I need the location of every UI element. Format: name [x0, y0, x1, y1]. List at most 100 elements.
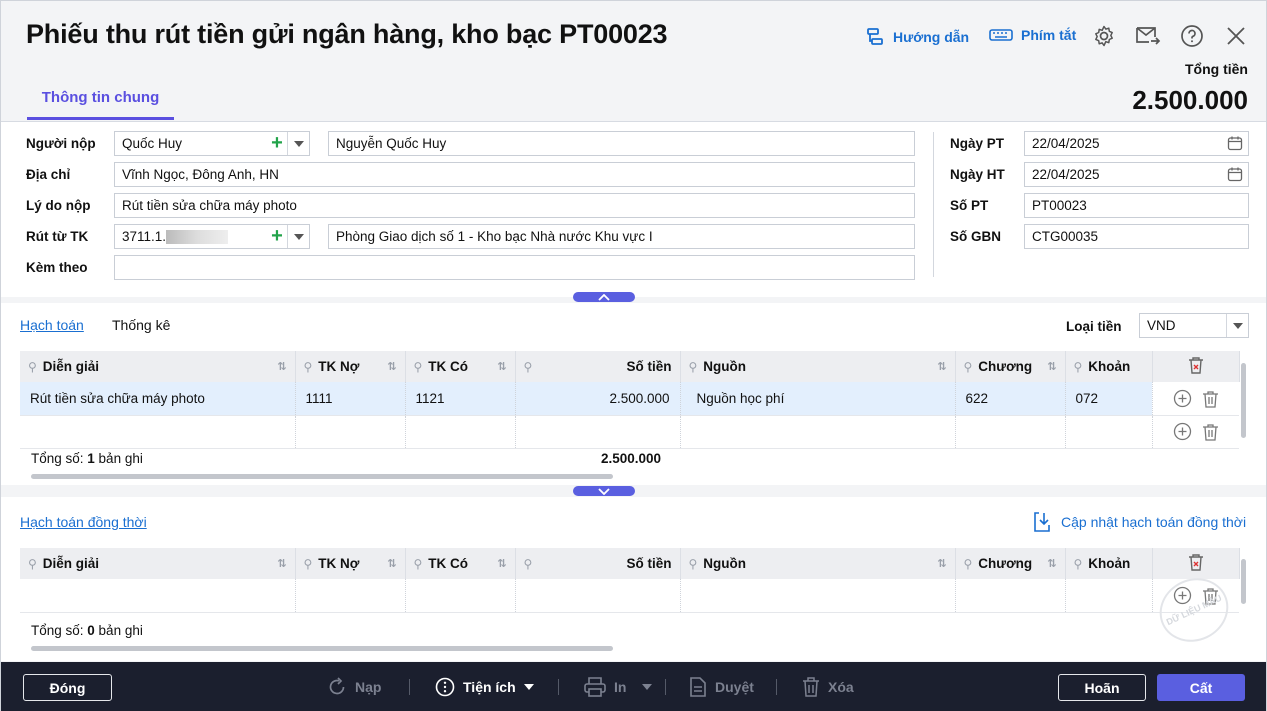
pin-icon[interactable]: ⚲ [689, 557, 698, 571]
cell-so-tien[interactable]: 2.500.000 [515, 382, 681, 416]
cell-nguon[interactable]: Nguồn học phí [680, 382, 956, 416]
utilities-menu[interactable]: Tiện ích [435, 677, 534, 697]
pin-icon[interactable]: ⚲ [964, 360, 973, 374]
print-menu[interactable]: In [584, 677, 653, 697]
pin-icon[interactable]: ⚲ [964, 557, 973, 571]
col-tk-no[interactable]: ⚲ TK Nợ ⇅ [295, 548, 406, 579]
currency-select[interactable]: VND [1139, 313, 1249, 338]
sort-icon[interactable]: ⇅ [497, 557, 506, 570]
tab-general-info[interactable]: Thông tin chung [27, 89, 174, 120]
save-button[interactable]: Cất [1157, 674, 1245, 701]
cell-khoan[interactable]: 072 [1065, 382, 1153, 416]
date-pt-field[interactable]: 22/04/2025 [1024, 131, 1249, 156]
sort-icon[interactable]: ⇅ [497, 360, 506, 373]
pin-icon[interactable]: ⚲ [28, 557, 37, 571]
tab-statistics[interactable]: Thống kê [112, 317, 170, 333]
shortcut-link[interactable]: Phím tắt [989, 27, 1076, 43]
sort-icon[interactable]: ⇅ [937, 360, 946, 373]
pin-icon[interactable]: ⚲ [1074, 557, 1083, 571]
chevron-down-icon[interactable] [287, 225, 309, 248]
pin-icon[interactable]: ⚲ [1074, 360, 1083, 374]
cell-empty[interactable] [405, 415, 516, 449]
vertical-scrollbar[interactable] [1241, 559, 1246, 604]
col-khoan[interactable]: ⚲ Khoản [1065, 548, 1153, 579]
update-concurrent-link[interactable]: Cập nhật hạch toán đồng thời [1033, 511, 1246, 533]
col-so-tien[interactable]: ⚲ Số tiền [515, 351, 681, 382]
cell-empty[interactable] [680, 579, 956, 613]
cell-empty[interactable] [295, 415, 406, 449]
chevron-down-icon[interactable] [287, 132, 309, 155]
help-button[interactable] [1179, 23, 1205, 49]
delete-all-icon[interactable] [1188, 553, 1204, 571]
vertical-scrollbar[interactable] [1241, 363, 1246, 438]
add-row-icon[interactable] [1173, 389, 1192, 408]
cell-tk-co[interactable]: 1121 [405, 382, 516, 416]
col-chuong[interactable]: ⚲ Chương ⇅ [955, 548, 1066, 579]
add-account-icon[interactable]: + [267, 225, 287, 248]
pin-icon[interactable]: ⚲ [689, 360, 698, 374]
chevron-down-icon[interactable] [1226, 314, 1248, 337]
cell-tk-no[interactable]: 1111 [295, 382, 406, 416]
cell-empty[interactable] [20, 415, 296, 449]
approve-button[interactable]: Duyệt [689, 677, 754, 697]
table-row-empty[interactable] [20, 415, 1239, 449]
horizontal-scrollbar[interactable] [31, 474, 613, 479]
calendar-icon[interactable] [1227, 166, 1243, 182]
reload-button[interactable]: Nạp [327, 677, 381, 697]
account-name-field[interactable]: Phòng Giao dịch số 1 - Kho bạc Nhà nước … [328, 224, 915, 249]
table-row-empty[interactable] [20, 579, 1239, 613]
cell-empty[interactable] [295, 579, 406, 613]
col-tk-co[interactable]: ⚲ TK Có ⇅ [405, 351, 516, 382]
cell-empty[interactable] [955, 415, 1066, 449]
sort-icon[interactable]: ⇅ [1047, 360, 1056, 373]
cell-empty[interactable] [405, 579, 516, 613]
col-nguon[interactable]: ⚲ Nguồn ⇅ [680, 548, 956, 579]
attach-field[interactable] [114, 255, 915, 280]
payer-name-field[interactable]: Nguyễn Quốc Huy [328, 131, 915, 156]
cell-empty[interactable] [955, 579, 1066, 613]
calendar-icon[interactable] [1227, 135, 1243, 151]
settings-button[interactable] [1091, 23, 1117, 49]
pin-icon[interactable]: ⚲ [524, 360, 533, 374]
close-button[interactable]: Đóng [23, 674, 112, 701]
col-dien-giai[interactable]: ⚲ Diễn giải ⇅ [20, 351, 296, 382]
add-row-icon[interactable] [1173, 422, 1192, 441]
col-chuong[interactable]: ⚲ Chương ⇅ [955, 351, 1066, 382]
cell-dien-giai[interactable]: Rút tiền sửa chữa máy photo [20, 382, 296, 416]
sort-icon[interactable]: ⇅ [937, 557, 946, 570]
cell-empty[interactable] [1065, 579, 1153, 613]
address-field[interactable]: Vĩnh Ngọc, Đông Anh, HN [114, 162, 915, 187]
col-so-tien[interactable]: ⚲ Số tiền [515, 548, 681, 579]
guide-link[interactable]: Hướng dẫn [865, 27, 969, 47]
account-code-combo[interactable]: 3711.1. + [114, 224, 310, 249]
trash-icon[interactable] [1202, 390, 1219, 408]
close-window-button[interactable] [1223, 23, 1249, 49]
cell-empty[interactable] [680, 415, 956, 449]
cell-empty[interactable] [1065, 415, 1153, 449]
add-payer-icon[interactable]: + [267, 132, 287, 155]
payer-code-combo[interactable]: Quốc Huy + [114, 131, 310, 156]
reason-field[interactable]: Rút tiền sửa chữa máy photo [114, 193, 915, 218]
pin-icon[interactable]: ⚲ [414, 360, 423, 374]
sort-icon[interactable]: ⇅ [277, 557, 286, 570]
col-nguon[interactable]: ⚲ Nguồn ⇅ [680, 351, 956, 382]
collapse-form-button[interactable] [573, 292, 635, 302]
concurrent-title[interactable]: Hạch toán đồng thời [20, 514, 147, 530]
cell-empty[interactable] [515, 579, 681, 613]
sort-icon[interactable]: ⇅ [1047, 557, 1056, 570]
col-dien-giai[interactable]: ⚲ Diễn giải ⇅ [20, 548, 296, 579]
cell-chuong[interactable]: 622 [955, 382, 1066, 416]
sort-icon[interactable]: ⇅ [277, 360, 286, 373]
pin-icon[interactable]: ⚲ [304, 557, 313, 571]
table-row[interactable]: Rút tiền sửa chữa máy photo 1111 1121 2.… [20, 382, 1239, 416]
tab-accounting[interactable]: Hạch toán [20, 317, 84, 333]
horizontal-scrollbar[interactable] [31, 646, 613, 651]
sort-icon[interactable]: ⇅ [387, 557, 396, 570]
cancel-button[interactable]: Hoãn [1058, 674, 1146, 701]
col-tk-no[interactable]: ⚲ TK Nợ ⇅ [295, 351, 406, 382]
sort-icon[interactable]: ⇅ [387, 360, 396, 373]
pin-icon[interactable]: ⚲ [524, 557, 533, 571]
trash-icon[interactable] [1202, 423, 1219, 441]
so-gbn-field[interactable]: CTG00035 [1024, 224, 1249, 249]
date-ht-field[interactable]: 22/04/2025 [1024, 162, 1249, 187]
